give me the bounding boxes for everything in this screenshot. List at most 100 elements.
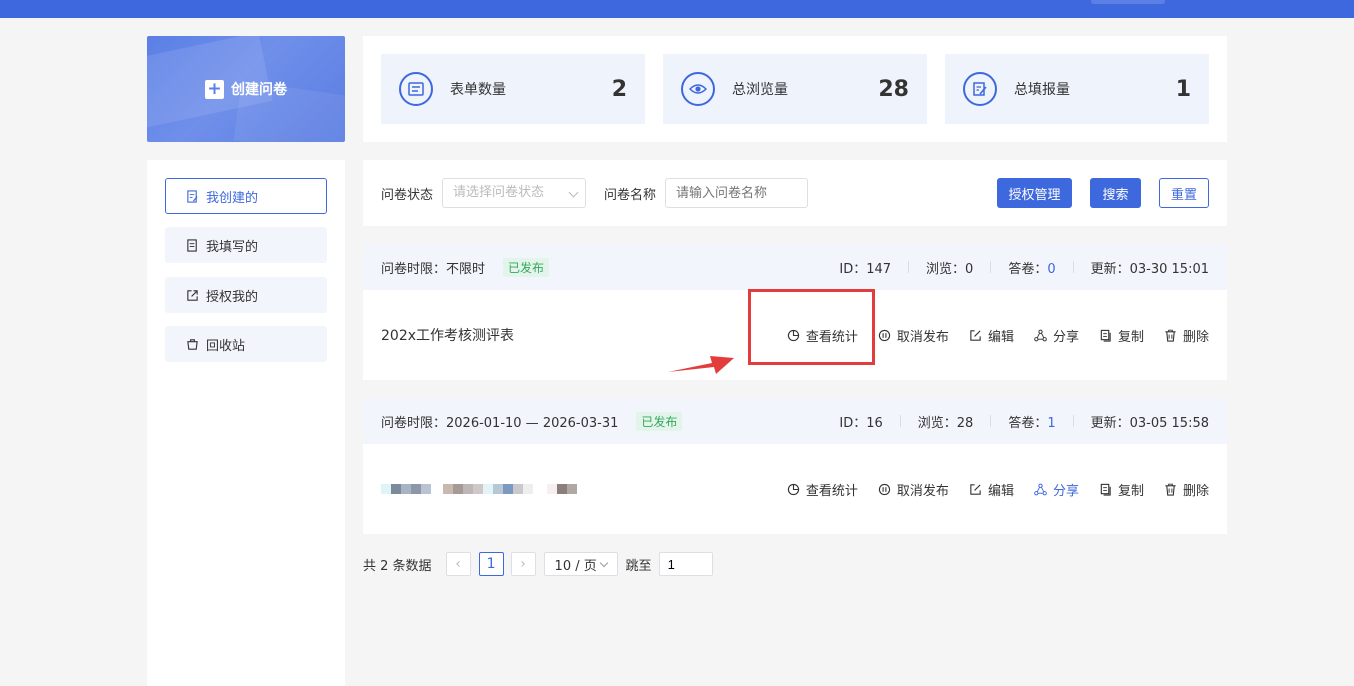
search-button[interactable]: 搜索: [1090, 178, 1141, 208]
survey-card-header: 问卷时限：2026-01-10 — 2026-03-31 已发布 ID：16 浏…: [363, 398, 1227, 444]
annotation-arrow-icon: [668, 356, 734, 374]
divider: [1072, 415, 1074, 427]
sidebar-item-my-created[interactable]: 我创建的: [165, 178, 327, 214]
share-button[interactable]: 分享: [1034, 326, 1079, 345]
survey-period: 问卷时限：不限时: [381, 261, 486, 277]
unpublish-button[interactable]: 取消发布: [878, 480, 949, 499]
prev-page-button[interactable]: ‹: [445, 552, 471, 576]
stat-form-count: 表单数量 2: [381, 54, 645, 124]
edit-button[interactable]: 编辑: [969, 480, 1014, 499]
survey-card-header: 问卷时限：不限时 已发布 ID：147 浏览：0 答卷：0 更新：03-30 1…: [363, 244, 1227, 290]
delete-button[interactable]: 删除: [1164, 326, 1209, 345]
name-search-input[interactable]: [665, 178, 808, 208]
divider: [899, 415, 901, 427]
action-label: 删除: [1182, 483, 1209, 499]
action-label: 编辑: [987, 483, 1014, 499]
pie-chart-icon: [787, 483, 800, 495]
answers-label: 答卷：: [1008, 415, 1048, 431]
doc-edit-icon: [187, 189, 198, 203]
survey-period: 问卷时限：2026-01-10 — 2026-03-31: [381, 415, 619, 431]
stats-panel: 表单数量 2 总浏览量 28 总填报量 1: [363, 36, 1227, 142]
status-select[interactable]: 请选择问卷状态: [442, 178, 586, 208]
sidebar-item-recycle-bin[interactable]: 回收站: [165, 326, 327, 362]
status-filter-label: 问卷状态: [381, 188, 434, 203]
plus-icon: +: [205, 79, 224, 99]
auth-manage-button[interactable]: 授权管理: [997, 178, 1072, 208]
survey-views: 浏览：28: [917, 415, 974, 431]
survey-views: 浏览：0: [926, 261, 974, 277]
unpublish-button[interactable]: 取消发布: [878, 326, 949, 345]
stat-value: 28: [878, 76, 909, 102]
reset-button[interactable]: 重置: [1159, 178, 1209, 208]
jump-label: 跳至: [625, 558, 652, 574]
action-label: 取消发布: [896, 483, 949, 499]
external-link-icon: [187, 289, 198, 301]
divider: [990, 415, 992, 427]
share-icon: [1034, 329, 1047, 341]
form-list-icon: [399, 72, 433, 106]
copy-icon: [1100, 483, 1111, 496]
stat-label: 总填报量: [1014, 82, 1070, 98]
total-count: 共 2 条数据: [363, 558, 432, 574]
stat-total-submissions: 总填报量 1: [945, 54, 1209, 124]
page-number-button[interactable]: 1: [478, 552, 504, 576]
top-navbar: [0, 0, 1354, 18]
survey-answers: 答卷：1: [1008, 412, 1055, 431]
answers-count[interactable]: 1: [1047, 416, 1055, 431]
stat-value: 1: [1175, 76, 1191, 102]
blurred-survey-title[interactable]: [381, 484, 577, 494]
chevron-down-icon: [568, 187, 579, 198]
answers-label: 答卷：: [1008, 261, 1048, 277]
survey-card: 问卷时限：2026-01-10 — 2026-03-31 已发布 ID：16 浏…: [363, 398, 1227, 534]
sidebar-item-label: 我填写的: [206, 239, 259, 255]
name-filter-label: 问卷名称: [604, 188, 657, 203]
copy-button[interactable]: 复制: [1099, 480, 1144, 499]
filter-bar: 问卷状态 请选择问卷状态 问卷名称 授权管理 搜索 重置: [363, 160, 1227, 226]
jump-page-input[interactable]: [658, 552, 713, 576]
survey-id: ID：147: [839, 261, 892, 277]
sidebar: 我创建的 我填写的 授权我的 回收站: [147, 160, 345, 686]
action-label: 查看统计: [805, 483, 858, 499]
share-button[interactable]: 分享: [1034, 480, 1079, 499]
survey-id: ID：16: [839, 415, 883, 431]
action-label: 分享: [1052, 329, 1079, 345]
edit-doc-icon: [963, 72, 997, 106]
sidebar-item-my-filled[interactable]: 我填写的: [165, 227, 327, 263]
create-survey-button[interactable]: + 创建问卷: [147, 36, 345, 142]
survey-card-body: 查看统计 取消发布 编辑 分享 复制 删除: [363, 444, 1227, 534]
delete-button[interactable]: 删除: [1164, 480, 1209, 499]
action-label: 复制: [1117, 483, 1144, 499]
action-label: 删除: [1182, 329, 1209, 345]
copy-icon: [1100, 329, 1111, 342]
create-survey-label: 创建问卷: [231, 82, 287, 98]
pause-circle-icon: [878, 483, 891, 495]
action-label: 编辑: [987, 329, 1014, 345]
sidebar-item-authorized[interactable]: 授权我的: [165, 277, 327, 313]
action-label: 分享: [1052, 483, 1079, 499]
sidebar-item-label: 我创建的: [206, 190, 259, 206]
sidebar-item-label: 回收站: [206, 338, 246, 354]
copy-button[interactable]: 复制: [1099, 326, 1144, 345]
view-stats-button[interactable]: 查看统计: [787, 480, 858, 499]
page-size-select[interactable]: 10 / 页: [543, 552, 618, 576]
status-badge: 已发布: [636, 411, 683, 431]
stat-label: 表单数量: [450, 82, 506, 98]
survey-actions: 查看统计 取消发布 编辑 分享 复制 删除: [787, 444, 1209, 534]
topbar-button[interactable]: [1091, 0, 1165, 4]
action-label: 取消发布: [896, 329, 949, 345]
annotation-highlight-box: [748, 289, 875, 365]
sidebar-item-label: 授权我的: [206, 289, 259, 305]
answers-count[interactable]: 0: [1047, 262, 1055, 277]
survey-answers: 答卷：0: [1008, 258, 1055, 277]
divider: [990, 261, 992, 273]
divider: [908, 261, 910, 273]
edit-button[interactable]: 编辑: [969, 326, 1014, 345]
stat-label: 总浏览量: [732, 82, 788, 98]
survey-title[interactable]: 202x工作考核测评表: [381, 325, 514, 345]
action-label: 复制: [1117, 329, 1144, 345]
pagination: 共 2 条数据 ‹ 1 › 10 / 页 跳至: [363, 552, 713, 576]
pause-circle-icon: [878, 329, 891, 341]
divider: [1072, 261, 1074, 273]
trash-icon: [1165, 483, 1176, 496]
next-page-button[interactable]: ›: [510, 552, 536, 576]
